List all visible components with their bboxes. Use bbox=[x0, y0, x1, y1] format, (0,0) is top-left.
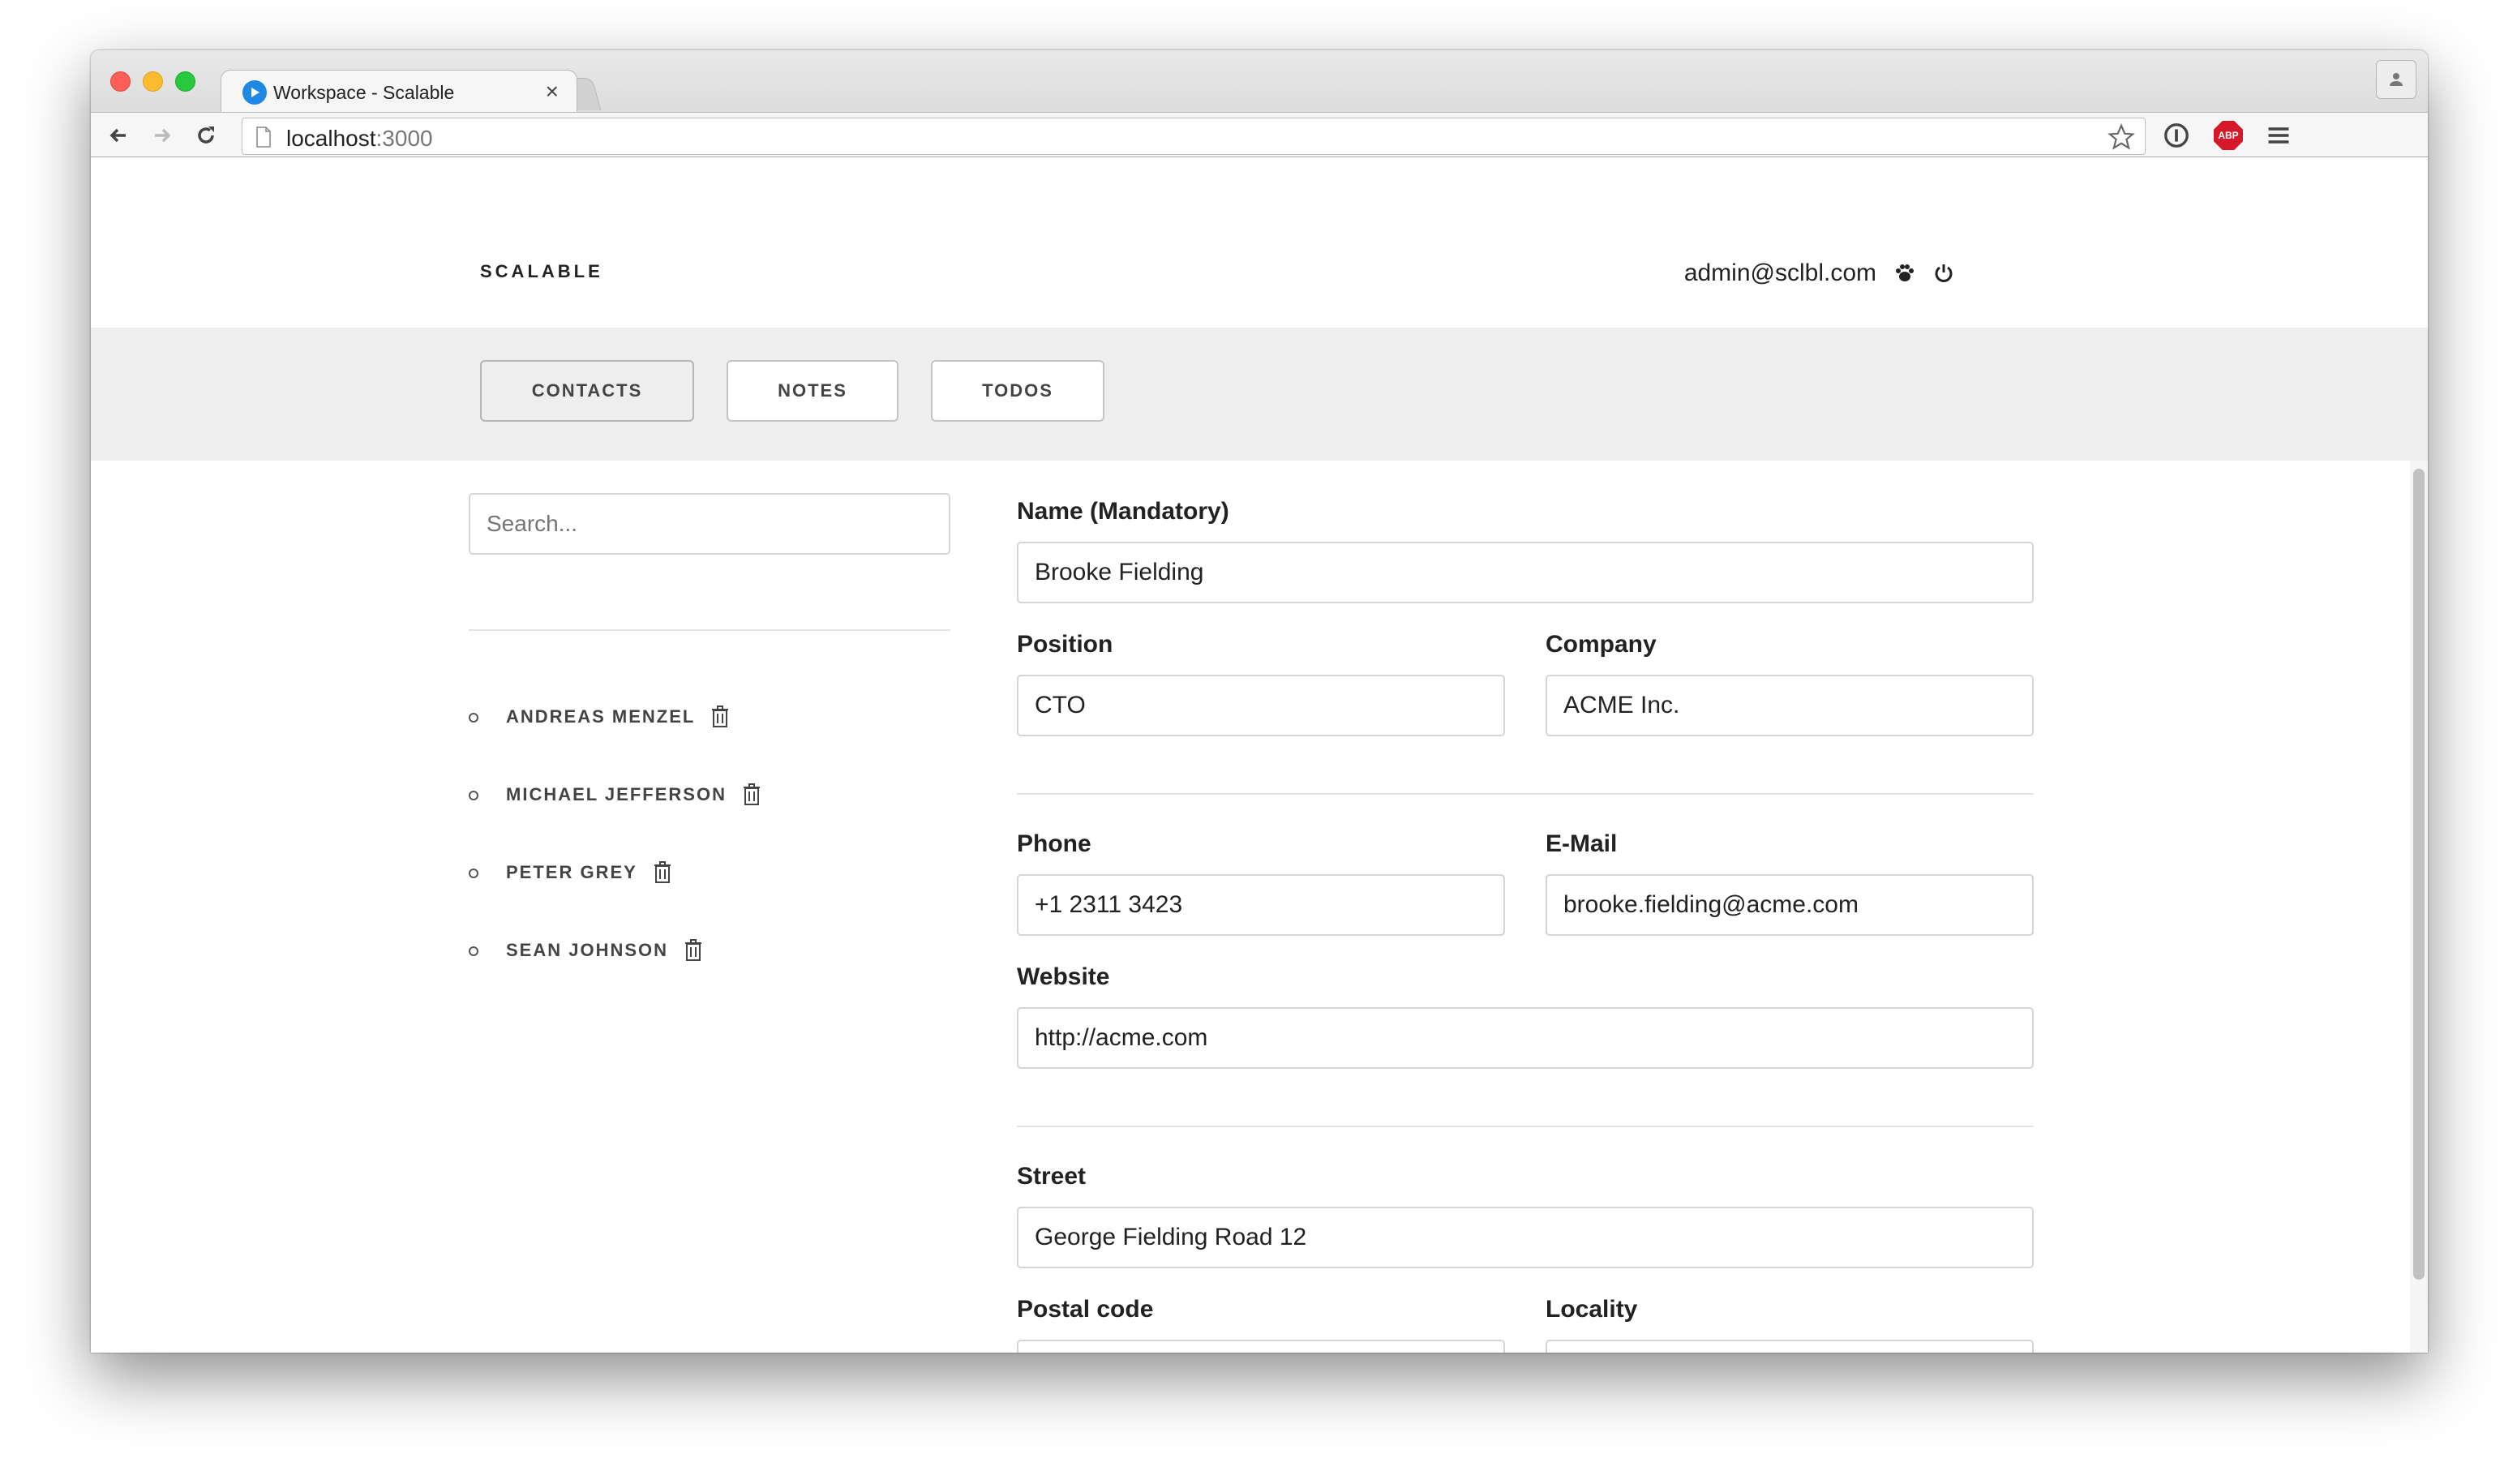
url-text: localhost:3000 bbox=[286, 126, 433, 151]
position-label: Position bbox=[1017, 631, 1113, 658]
bullet-icon bbox=[469, 869, 478, 878]
postal-code-field[interactable] bbox=[1017, 1340, 1505, 1353]
contacts-view: ANDREAS MENZEL MICHAEL JEFFERSON PETER G… bbox=[91, 461, 2428, 1353]
profile-button[interactable] bbox=[2376, 60, 2416, 99]
postal-code-label: Postal code bbox=[1017, 1296, 1154, 1323]
contact-name[interactable]: ANDREAS MENZEL bbox=[506, 706, 695, 727]
search-input[interactable] bbox=[469, 493, 950, 555]
minimize-window-button[interactable] bbox=[143, 71, 163, 92]
page-content: SCALABLE admin@sclbl.com CONTACTS NOTES … bbox=[91, 219, 2428, 1353]
close-window-button[interactable] bbox=[110, 71, 131, 92]
reload-button[interactable] bbox=[191, 121, 221, 150]
locality-field[interactable] bbox=[1546, 1340, 2034, 1353]
street-label: Street bbox=[1017, 1163, 1087, 1190]
contact-list-item[interactable]: PETER GREY bbox=[469, 861, 671, 884]
main-nav: CONTACTS NOTES TODOS bbox=[91, 328, 2428, 461]
name-field[interactable] bbox=[1017, 542, 2034, 603]
power-icon[interactable] bbox=[1933, 263, 1954, 284]
street-field[interactable] bbox=[1017, 1207, 2034, 1268]
contact-name[interactable]: PETER GREY bbox=[506, 862, 637, 883]
bookmark-star-icon[interactable] bbox=[2108, 123, 2135, 151]
position-field[interactable] bbox=[1017, 675, 1505, 736]
company-field[interactable] bbox=[1546, 675, 2034, 736]
website-field[interactable] bbox=[1017, 1007, 2034, 1069]
forward-button[interactable] bbox=[148, 121, 177, 150]
browser-window: Workspace - Scalable × localhost:3000 AB… bbox=[91, 50, 2428, 1353]
tab-title: Workspace - Scalable bbox=[273, 82, 455, 103]
play-icon bbox=[242, 80, 267, 105]
company-label: Company bbox=[1546, 631, 1657, 658]
address-bar[interactable]: localhost:3000 bbox=[242, 118, 2146, 155]
contact-name[interactable]: MICHAEL JEFFERSON bbox=[506, 784, 727, 805]
reload-icon bbox=[198, 127, 214, 144]
menu-icon[interactable] bbox=[2264, 121, 2293, 150]
name-label: Name (Mandatory) bbox=[1017, 498, 1229, 525]
contact-list-item[interactable]: SEAN JOHNSON bbox=[469, 939, 702, 962]
bullet-icon bbox=[469, 713, 478, 723]
browser-toolbar: localhost:3000 ABP bbox=[91, 112, 2428, 157]
tab-todos[interactable]: TODOS bbox=[931, 360, 1104, 422]
zoom-window-button[interactable] bbox=[175, 71, 195, 92]
email-field[interactable] bbox=[1546, 874, 2034, 936]
form-divider bbox=[1017, 1126, 2034, 1127]
website-label: Website bbox=[1017, 963, 1110, 990]
back-arrow-icon bbox=[109, 128, 126, 143]
user-area: admin@sclbl.com bbox=[1684, 259, 1954, 287]
brand-logo[interactable]: SCALABLE bbox=[480, 261, 603, 282]
locality-label: Locality bbox=[1546, 1296, 1638, 1323]
forward-arrow-icon bbox=[155, 128, 171, 143]
app-header: SCALABLE admin@sclbl.com bbox=[91, 219, 2428, 328]
info-extension-icon[interactable] bbox=[2162, 121, 2191, 150]
trash-icon[interactable] bbox=[684, 939, 702, 962]
phone-field[interactable] bbox=[1017, 874, 1505, 936]
user-email: admin@sclbl.com bbox=[1683, 259, 1876, 286]
form-divider bbox=[1017, 793, 2034, 795]
phone-label: Phone bbox=[1017, 830, 1091, 857]
tab-notes[interactable]: NOTES bbox=[727, 360, 898, 422]
bullet-icon bbox=[469, 946, 478, 956]
paw-icon[interactable] bbox=[1894, 263, 1915, 284]
sidebar-divider bbox=[469, 629, 950, 631]
back-button[interactable] bbox=[104, 121, 133, 150]
trash-icon[interactable] bbox=[711, 706, 729, 728]
tab-close-icon[interactable]: × bbox=[546, 79, 559, 105]
scrollbar-thumb[interactable] bbox=[2413, 469, 2425, 1280]
adblock-extension-icon[interactable]: ABP bbox=[2214, 121, 2243, 150]
tab-bar: Workspace - Scalable × bbox=[91, 50, 2428, 114]
contact-list-item[interactable]: ANDREAS MENZEL bbox=[469, 706, 729, 728]
trash-icon[interactable] bbox=[743, 783, 761, 806]
browser-tab[interactable]: Workspace - Scalable × bbox=[221, 70, 577, 114]
tab-contacts[interactable]: CONTACTS bbox=[480, 360, 694, 422]
email-label: E-Mail bbox=[1546, 830, 1618, 857]
page-icon bbox=[256, 127, 271, 148]
trash-icon[interactable] bbox=[654, 861, 671, 884]
bullet-icon bbox=[469, 791, 478, 800]
contact-list-item[interactable]: MICHAEL JEFFERSON bbox=[469, 783, 761, 806]
contact-name[interactable]: SEAN JOHNSON bbox=[506, 940, 668, 961]
person-icon bbox=[2390, 73, 2403, 86]
